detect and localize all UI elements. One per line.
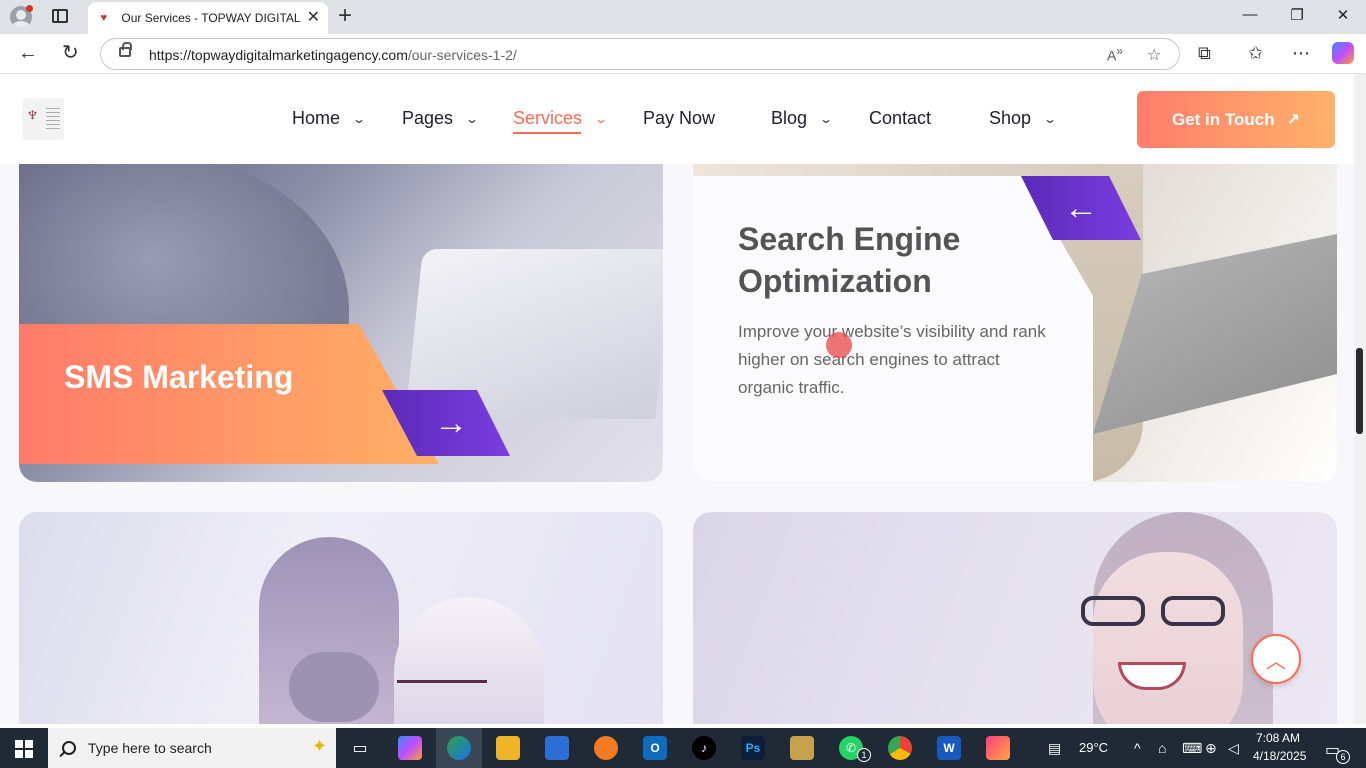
weather-icon[interactable]: ▤: [1048, 740, 1061, 757]
chrome-icon[interactable]: [888, 736, 912, 760]
app-tools-icon[interactable]: [790, 736, 814, 760]
card-photo-glasses: [1073, 596, 1243, 626]
extensions-icon[interactable]: ⧉: [1198, 42, 1211, 64]
get-in-touch-button[interactable]: Get in Touch ↗: [1137, 91, 1335, 148]
service-card-sms-marketing[interactable]: SMS Marketing →: [19, 134, 663, 482]
read-aloud-icon[interactable]: A»: [1107, 45, 1123, 64]
page-scrollbar[interactable]: [1354, 74, 1366, 724]
new-tab-icon[interactable]: +: [338, 4, 352, 28]
site-favicon-icon: ♥: [100, 12, 107, 24]
menu-item-pages[interactable]: Pages ⌄: [402, 108, 480, 129]
file-explorer-icon[interactable]: [496, 736, 520, 760]
weather-temperature[interactable]: 29°C: [1079, 740, 1108, 755]
back-arrow-icon[interactable]: ←: [18, 42, 38, 64]
scroll-to-top-button[interactable]: ︿: [1251, 634, 1301, 684]
site-info-lock-icon[interactable]: [119, 42, 132, 57]
menu-item-home[interactable]: Home ⌄: [292, 108, 367, 129]
service-card-photo-team[interactable]: [19, 512, 663, 724]
chevron-down-icon: ⌄: [465, 111, 480, 126]
taskbar-search-input[interactable]: Type here to search ✦: [48, 728, 336, 768]
chevron-down-icon: ⌄: [594, 111, 609, 126]
settings-more-icon[interactable]: ⋯: [1292, 42, 1310, 64]
outlook-icon[interactable]: O: [643, 736, 667, 760]
menu-item-shop[interactable]: Shop ⌄: [989, 108, 1058, 129]
task-view-icon[interactable]: ▭: [348, 736, 372, 760]
card-photo-detail: [289, 652, 379, 722]
favorite-star-icon[interactable]: ☆: [1147, 45, 1161, 65]
browser-tab-bar: ♥ Our Services - TOPWAY DIGITAL M ✕ + — …: [0, 0, 1366, 34]
tiktok-icon[interactable]: ♪: [692, 736, 716, 760]
profile-notification-dot: [26, 5, 33, 12]
word-icon[interactable]: W: [937, 736, 961, 760]
service-card-photo-woman[interactable]: [693, 512, 1337, 724]
service-card-title: Search Engine Optimization: [738, 221, 961, 299]
site-header: ♆ Home ⌄ Pages ⌄ Services ⌄ Pay Now Blog…: [0, 74, 1354, 164]
service-card-title: SMS Marketing: [64, 359, 294, 395]
address-bar[interactable]: https://topwaydigitalmarketingagency.com…: [100, 38, 1180, 70]
creative-cloud-icon[interactable]: [986, 736, 1010, 760]
chevron-up-icon: ︿: [1266, 650, 1286, 673]
whatsapp-badge: 1: [857, 748, 871, 762]
logo-mark-icon: ♆: [25, 104, 40, 126]
reload-icon[interactable]: ↻: [62, 42, 79, 64]
card-photo-person: [394, 597, 544, 724]
copilot-taskbar-icon[interactable]: [398, 736, 422, 760]
menu-item-services[interactable]: Services ⌄: [513, 108, 609, 134]
minimize-icon[interactable]: —: [1238, 6, 1262, 23]
menu-item-blog[interactable]: Blog ⌄: [771, 108, 834, 129]
clock-date[interactable]: 4/18/2025: [1253, 749, 1306, 763]
mouse-cursor-highlight: [826, 332, 852, 358]
clock-time[interactable]: 7:08 AM: [1256, 731, 1300, 745]
url-text[interactable]: https://topwaydigitalmarketingagency.com…: [149, 47, 517, 63]
meet-icon[interactable]: ⌂: [1158, 740, 1166, 756]
brave-icon[interactable]: [594, 736, 618, 760]
restore-icon[interactable]: ❐: [1285, 6, 1309, 24]
menu-item-contact[interactable]: Contact: [869, 108, 931, 129]
volume-icon[interactable]: ◁: [1228, 740, 1239, 757]
chevron-down-icon: ⌄: [819, 111, 834, 126]
photoshop-icon[interactable]: Ps: [741, 736, 765, 760]
chevron-down-icon: ⌄: [352, 111, 367, 126]
tab-actions-icon[interactable]: [52, 9, 68, 23]
menu-item-pay-now[interactable]: Pay Now: [643, 108, 715, 129]
active-menu-underline: [513, 132, 581, 134]
tab-close-icon[interactable]: ✕: [307, 10, 320, 26]
tab-title: Our Services - TOPWAY DIGITAL M: [121, 11, 301, 25]
browser-toolbar: ← ↻ https://topwaydigitalmarketingagency…: [0, 34, 1366, 74]
card-photo-detail: [397, 680, 487, 688]
arrow-up-right-icon: ↗: [1286, 111, 1301, 129]
search-icon: [62, 741, 76, 755]
input-method-icon[interactable]: ⌨: [1182, 740, 1202, 757]
chevron-down-icon: ⌄: [1043, 111, 1058, 126]
site-logo[interactable]: ♆: [22, 98, 64, 140]
chevron-up-icon[interactable]: ^: [1134, 740, 1141, 756]
edge-browser-icon[interactable]: [447, 736, 471, 760]
copilot-icon[interactable]: [1332, 42, 1354, 64]
service-card-description: Improve your website’s visibility and ra…: [738, 322, 1046, 397]
web-page: ♆ Home ⌄ Pages ⌄ Services ⌄ Pay Now Blog…: [0, 74, 1354, 724]
microsoft-store-icon[interactable]: [545, 736, 569, 760]
scrollbar-thumb[interactable]: [1356, 348, 1363, 434]
window-close-icon[interactable]: ✕: [1331, 6, 1355, 24]
network-globe-icon[interactable]: ⊕: [1205, 740, 1217, 757]
favorites-icon[interactable]: ✩: [1248, 42, 1263, 64]
logo-text-decoration: [46, 108, 60, 130]
windows-taskbar: Type here to search ✦ ▭ O ♪ Ps ✆ 1 W ▤ 2…: [0, 728, 1366, 768]
service-card-seo[interactable]: ← Search Engine Optimization Improve you…: [693, 134, 1337, 482]
card-photo-face: [1093, 552, 1243, 724]
search-highlight-icon: ✦: [312, 736, 328, 756]
browser-tab-active[interactable]: ♥ Our Services - TOPWAY DIGITAL M ✕: [88, 2, 328, 34]
windows-start-icon[interactable]: [15, 740, 33, 758]
notification-count-badge: 6: [1336, 750, 1350, 764]
